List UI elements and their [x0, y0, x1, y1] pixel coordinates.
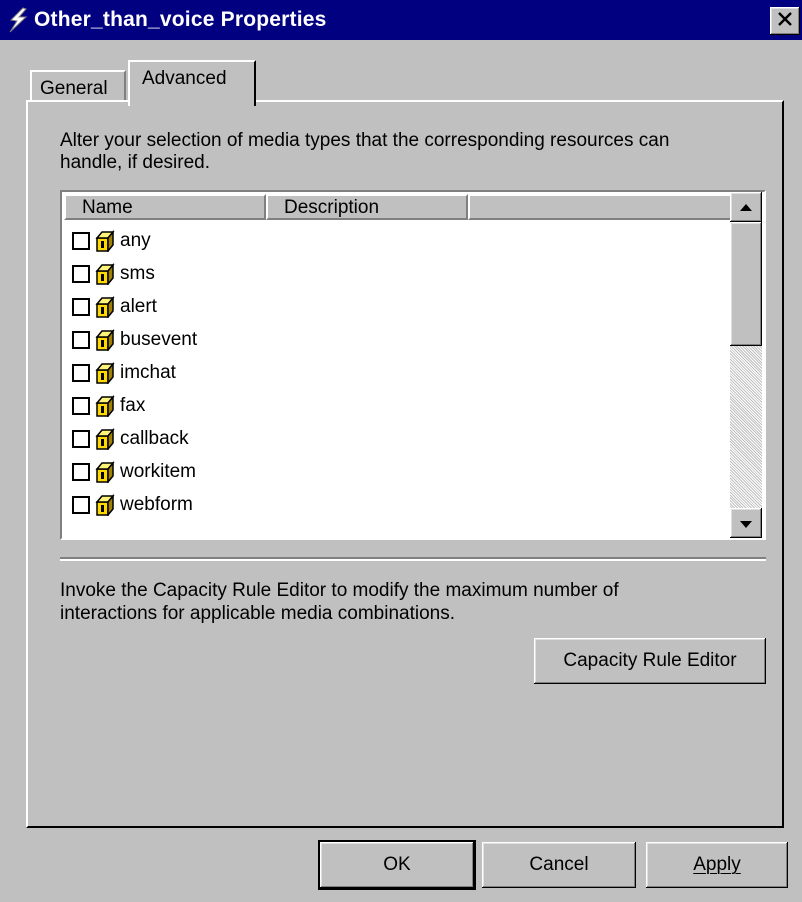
- media-type-icon: [94, 460, 116, 485]
- item-name: callback: [120, 428, 189, 449]
- list-item[interactable]: imchat: [70, 360, 710, 392]
- media-type-icon: [94, 229, 116, 254]
- item-name: imchat: [120, 362, 176, 383]
- media-type-icon: [94, 295, 116, 320]
- title-bar[interactable]: Other_than_voice Properties: [0, 0, 802, 40]
- capacity-description-line1: Invoke the Capacity Rule Editor to modif…: [60, 580, 619, 601]
- media-type-icon: [94, 328, 116, 353]
- list-item[interactable]: any: [70, 228, 710, 260]
- list-vertical-scrollbar[interactable]: [730, 192, 762, 538]
- scroll-up-button[interactable]: [730, 192, 762, 222]
- list-header: Name Description: [64, 194, 732, 222]
- item-name: webform: [120, 494, 193, 515]
- column-header-name[interactable]: Name: [64, 194, 266, 220]
- section-divider: [60, 557, 766, 561]
- list-item[interactable]: callback: [70, 426, 710, 458]
- item-checkbox[interactable]: [72, 397, 90, 415]
- item-name: sms: [120, 263, 155, 284]
- item-name: busevent: [120, 329, 198, 350]
- window-title: Other_than_voice Properties: [34, 8, 327, 31]
- capacity-description-line2: interactions for applicable media combin…: [60, 603, 455, 624]
- item-checkbox[interactable]: [72, 430, 90, 448]
- list-item[interactable]: sms: [70, 261, 710, 293]
- tab-general-label: General: [40, 78, 108, 99]
- item-name: any: [120, 230, 151, 251]
- column-header-description[interactable]: Description: [266, 194, 468, 220]
- tab-advanced[interactable]: Advanced: [128, 60, 256, 106]
- close-button[interactable]: [770, 7, 800, 35]
- media-type-icon: [94, 493, 116, 518]
- item-checkbox[interactable]: [72, 265, 90, 283]
- list-item[interactable]: workitem: [70, 459, 710, 491]
- media-description-line2: handle, if desired.: [60, 152, 210, 173]
- list-item[interactable]: webform: [70, 492, 710, 524]
- list-item[interactable]: alert: [70, 294, 710, 326]
- scroll-down-button[interactable]: [730, 508, 762, 538]
- column-header-blank[interactable]: [468, 194, 732, 220]
- item-checkbox[interactable]: [72, 331, 90, 349]
- properties-dialog: Other_than_voice Properties General Adva…: [0, 0, 802, 902]
- lightning-icon: [6, 7, 30, 33]
- media-types-list[interactable]: Name Description any sms alert busevent …: [60, 190, 766, 540]
- item-name: alert: [120, 296, 157, 317]
- media-type-icon: [94, 427, 116, 452]
- apply-button[interactable]: Apply: [646, 842, 788, 888]
- item-checkbox[interactable]: [72, 232, 90, 250]
- list-item[interactable]: busevent: [70, 327, 710, 359]
- ok-button[interactable]: OK: [320, 842, 474, 888]
- cancel-button[interactable]: Cancel: [482, 842, 636, 888]
- item-checkbox[interactable]: [72, 496, 90, 514]
- media-description-line1: Alter your selection of media types that…: [60, 130, 670, 151]
- list-item[interactable]: fax: [70, 393, 710, 425]
- item-checkbox[interactable]: [72, 298, 90, 316]
- tab-advanced-label: Advanced: [142, 68, 227, 89]
- capacity-rule-editor-button[interactable]: Capacity Rule Editor: [534, 638, 766, 684]
- tab-general[interactable]: General: [30, 70, 126, 100]
- close-icon: [777, 10, 793, 32]
- item-checkbox[interactable]: [72, 463, 90, 481]
- item-name: fax: [120, 395, 146, 416]
- arrow-down-icon: [740, 512, 752, 534]
- item-name: workitem: [120, 461, 197, 482]
- media-type-icon: [94, 361, 116, 386]
- scroll-thumb[interactable]: [730, 222, 762, 346]
- arrow-up-icon: [740, 196, 752, 218]
- media-type-icon: [94, 394, 116, 419]
- media-type-icon: [94, 262, 116, 287]
- item-checkbox[interactable]: [72, 364, 90, 382]
